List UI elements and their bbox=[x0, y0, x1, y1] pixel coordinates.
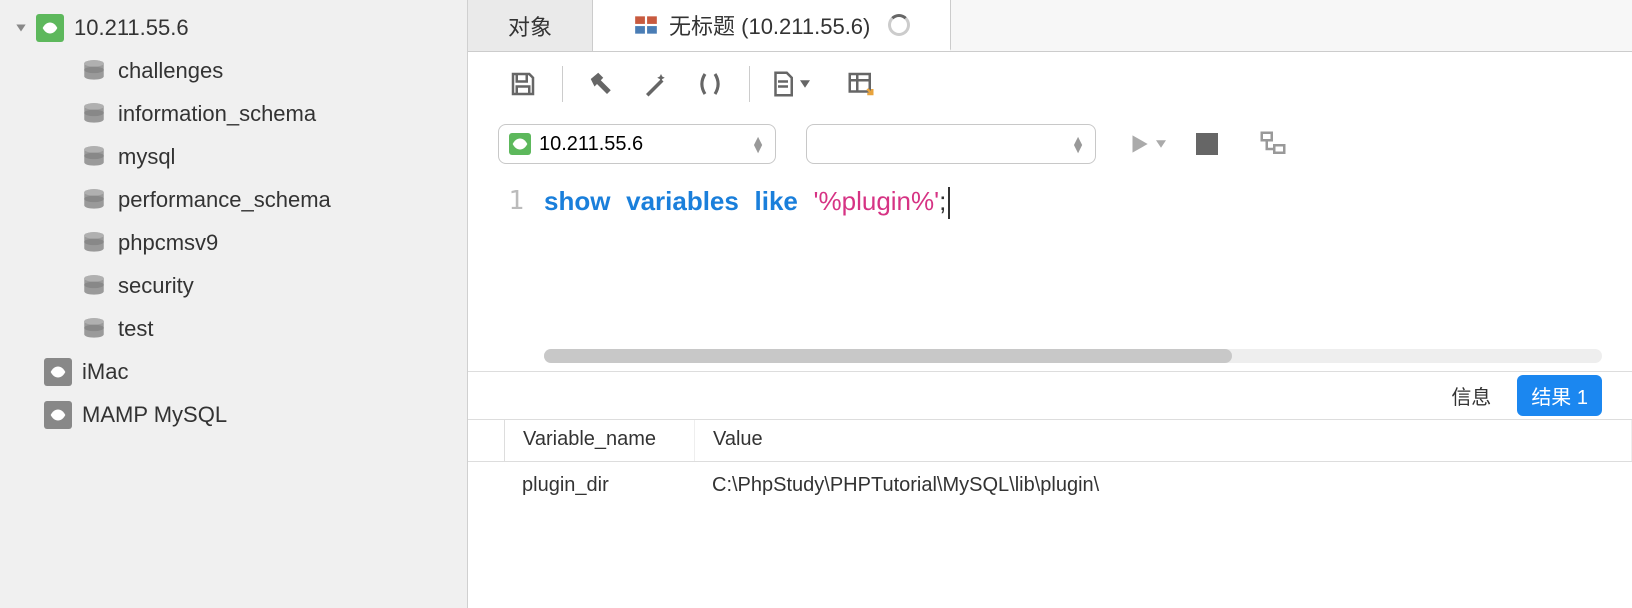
connection-icon bbox=[509, 133, 531, 155]
table-header: Variable_name Value bbox=[468, 420, 1632, 462]
database-label: security bbox=[118, 273, 194, 299]
database-icon bbox=[80, 186, 108, 214]
sidebar-database[interactable]: information_schema bbox=[0, 92, 467, 135]
hammer-button[interactable] bbox=[577, 59, 627, 109]
database-icon bbox=[80, 143, 108, 171]
tab-query[interactable]: 无标题 (10.211.55.6) bbox=[593, 0, 951, 51]
document-tabs: 对象 无标题 (10.211.55.6) bbox=[468, 0, 1632, 52]
sidebar: 10.211.55.6 challenges information_schema… bbox=[0, 0, 468, 608]
document-button[interactable] bbox=[764, 59, 814, 109]
text-cursor bbox=[948, 187, 950, 219]
main-area: 对象 无标题 (10.211.55.6) bbox=[468, 0, 1632, 608]
row-handle[interactable] bbox=[468, 477, 504, 493]
sidebar-database[interactable]: security bbox=[0, 264, 467, 307]
database-icon bbox=[80, 229, 108, 257]
sidebar-connection[interactable]: iMac bbox=[0, 350, 467, 393]
tab-label: 无标题 (10.211.55.6) bbox=[669, 9, 870, 41]
sidebar-database[interactable]: phpcmsv9 bbox=[0, 221, 467, 264]
database-label: performance_schema bbox=[118, 187, 331, 213]
sidebar-database[interactable]: test bbox=[0, 307, 467, 350]
column-header[interactable]: Variable_name bbox=[505, 420, 695, 461]
database-label: mysql bbox=[118, 144, 175, 170]
table-row[interactable]: plugin_dir C:\PhpStudy\PHPTutorial\MySQL… bbox=[468, 462, 1632, 508]
save-button[interactable] bbox=[498, 59, 548, 109]
connection-icon bbox=[36, 14, 64, 42]
toolbar-separator bbox=[562, 66, 563, 102]
run-button[interactable] bbox=[1126, 131, 1166, 157]
table-icon bbox=[633, 12, 659, 38]
connection-selector[interactable]: 10.211.55.6 ▲▼ bbox=[498, 124, 776, 164]
sidebar-database[interactable]: challenges bbox=[0, 49, 467, 92]
export-button[interactable] bbox=[836, 59, 886, 109]
connection-label: MAMP MySQL bbox=[82, 402, 227, 428]
connection-active[interactable]: 10.211.55.6 bbox=[0, 6, 467, 49]
database-icon bbox=[80, 100, 108, 128]
explain-button[interactable] bbox=[1248, 119, 1298, 169]
connection-selector-label: 10.211.55.6 bbox=[539, 133, 643, 156]
connection-icon bbox=[44, 358, 72, 386]
stepper-icon: ▲▼ bbox=[1071, 136, 1085, 152]
cell-variable-name[interactable]: plugin_dir bbox=[504, 466, 694, 505]
results-table: Variable_name Value plugin_dir C:\PhpStu… bbox=[468, 420, 1632, 608]
connection-icon bbox=[44, 401, 72, 429]
sql-editor[interactable]: 1 show variables like '%plugin%'; bbox=[468, 172, 1632, 372]
stepper-icon: ▲▼ bbox=[751, 136, 765, 152]
database-icon bbox=[80, 57, 108, 85]
schema-selector[interactable]: ▲▼ bbox=[806, 124, 1096, 164]
tab-objects[interactable]: 对象 bbox=[468, 0, 593, 51]
selector-bar: 10.211.55.6 ▲▼ ▲▼ bbox=[468, 116, 1632, 172]
database-label: challenges bbox=[118, 58, 223, 84]
column-header[interactable]: Value bbox=[695, 420, 1632, 461]
sidebar-connection[interactable]: MAMP MySQL bbox=[0, 393, 467, 436]
connection-label: 10.211.55.6 bbox=[74, 15, 189, 41]
disclosure-triangle-icon[interactable] bbox=[12, 19, 30, 37]
parentheses-button[interactable] bbox=[685, 59, 735, 109]
tab-result-1[interactable]: 结果 1 bbox=[1517, 375, 1602, 416]
line-number: 1 bbox=[468, 172, 544, 371]
row-handle-header bbox=[468, 420, 505, 461]
code-content[interactable]: show variables like '%plugin%'; bbox=[544, 172, 1632, 371]
toolbar-separator bbox=[749, 66, 750, 102]
horizontal-scrollbar[interactable] bbox=[544, 349, 1602, 363]
tab-info[interactable]: 信息 bbox=[1437, 375, 1505, 416]
stop-button[interactable] bbox=[1196, 133, 1218, 155]
toolbar bbox=[468, 52, 1632, 116]
cell-value[interactable]: C:\PhpStudy\PHPTutorial\MySQL\lib\plugin… bbox=[694, 466, 1632, 505]
connection-label: iMac bbox=[82, 359, 128, 385]
database-icon bbox=[80, 315, 108, 343]
database-label: test bbox=[118, 316, 153, 342]
results-tab-bar: 信息 结果 1 bbox=[468, 372, 1632, 420]
tab-label: 对象 bbox=[508, 10, 552, 42]
sidebar-database[interactable]: mysql bbox=[0, 135, 467, 178]
database-label: information_schema bbox=[118, 101, 316, 127]
wand-button[interactable] bbox=[631, 59, 681, 109]
database-icon bbox=[80, 272, 108, 300]
scrollbar-thumb[interactable] bbox=[544, 349, 1232, 363]
sidebar-database[interactable]: performance_schema bbox=[0, 178, 467, 221]
database-label: phpcmsv9 bbox=[118, 230, 218, 256]
loading-spinner-icon bbox=[888, 14, 910, 36]
